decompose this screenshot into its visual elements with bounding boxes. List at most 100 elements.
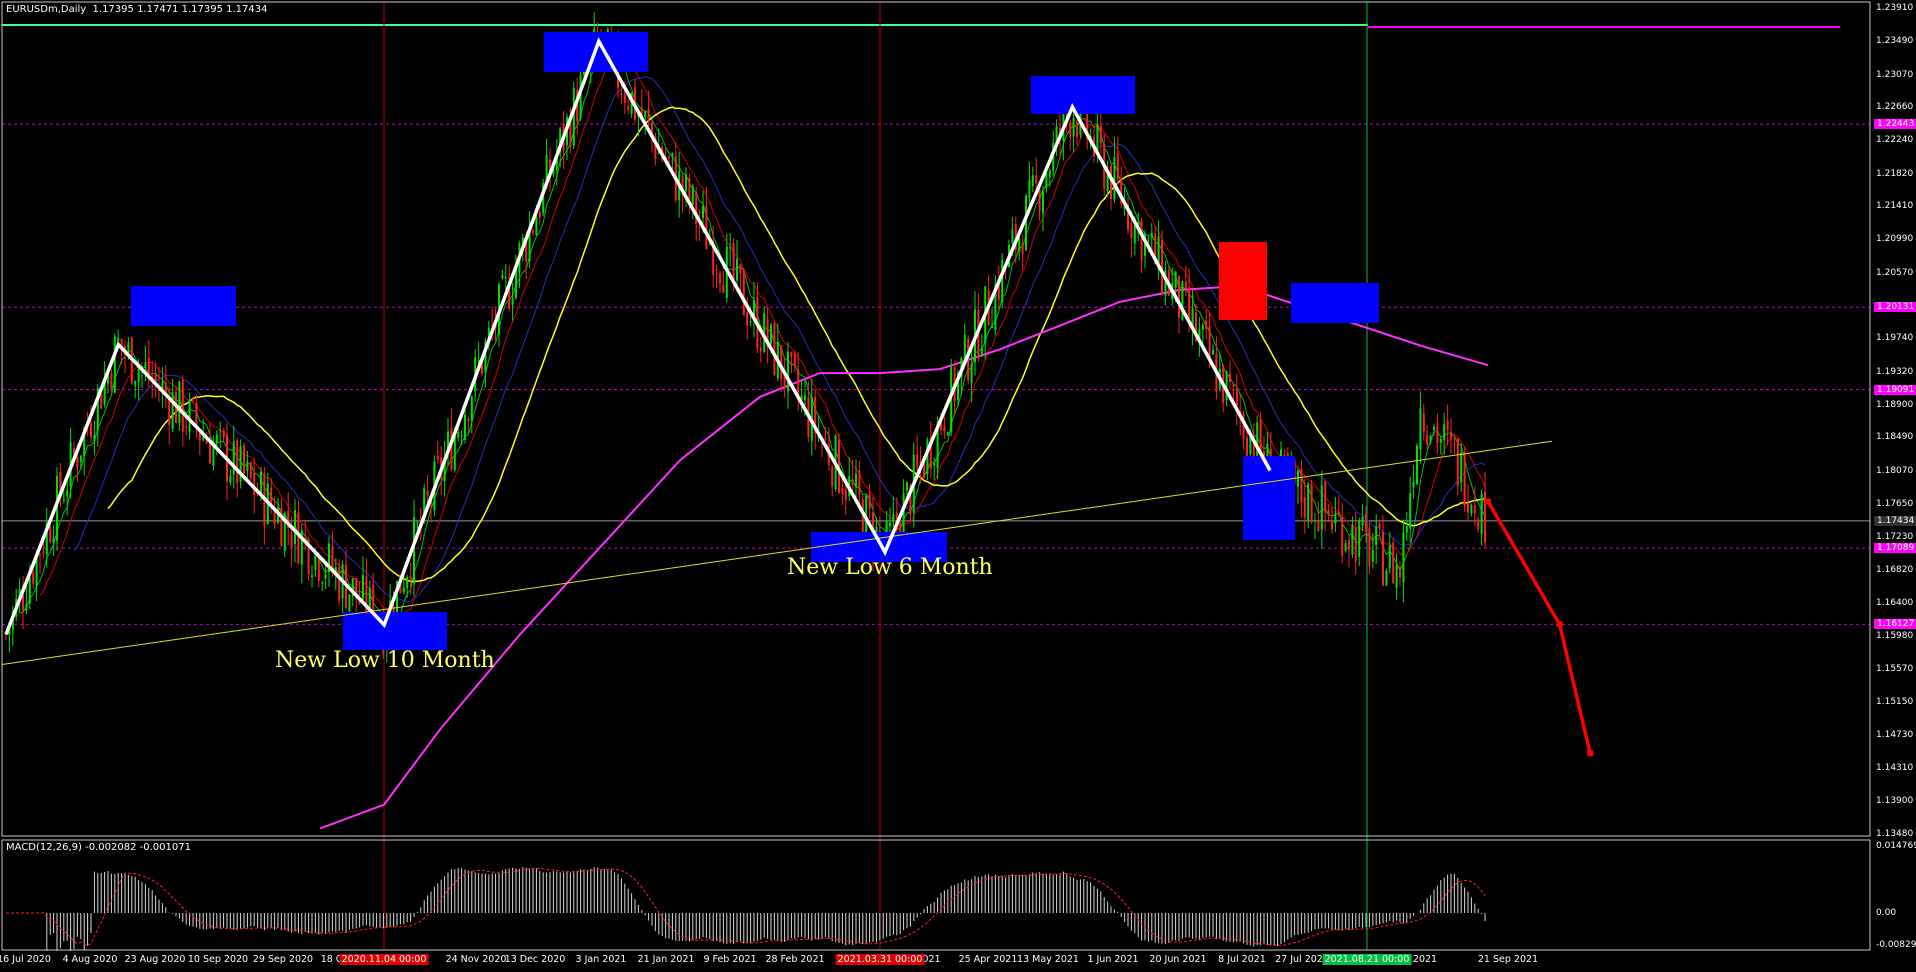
zone-box [1219,242,1267,320]
candle-body [1409,493,1412,529]
candle-body [79,455,82,462]
candle-body [249,462,252,478]
candle-body [117,337,120,342]
price-axis-label: 1.19740 [1876,333,1914,344]
candle-body [1303,497,1306,518]
candles [5,12,1486,663]
candle-body [1178,276,1180,318]
candle-body [1473,505,1476,514]
date-axis-label: 9 Feb 2021 [703,954,757,965]
candle-body [1297,470,1299,487]
candle-body [137,369,140,383]
price-axis-label: 1.17230 [1876,532,1914,542]
candle-body [1327,509,1330,516]
candle-body [39,554,41,556]
candle-body [409,576,412,581]
candle-body [470,396,473,422]
candle-body [1450,432,1452,438]
candle-body [144,363,147,368]
annotation-low-10-month: New Low 10 Month [275,648,495,673]
candle-body [773,323,776,376]
candle-body [722,284,725,293]
candle-body [1018,237,1021,252]
candle-body [290,533,293,548]
candle-body [464,414,466,440]
candle-body [1042,190,1044,214]
candle-body [1453,443,1456,445]
candle-body [1416,445,1418,485]
candle-body [535,217,538,236]
candle-body [1113,156,1116,200]
candle-body [729,247,732,249]
candle-body [348,594,351,611]
candle-body [746,311,749,326]
candle-body [1375,526,1378,546]
candle-body [236,440,239,484]
price-axis-label: 1.17650 [1876,498,1914,509]
candle-body [1463,452,1466,507]
candle-body [1130,224,1133,238]
date-axis-label: 28 Feb 2021 [765,954,825,965]
candle-body [324,574,327,579]
trendline [1,440,1553,666]
candle-body [793,353,796,367]
candle-body [906,482,908,491]
price-axis-label: 1.18900 [1876,399,1914,410]
candle-body [460,435,463,437]
candle-body [1378,523,1381,529]
candle-body [1038,188,1041,211]
candle-body [1412,481,1415,488]
candle-body [892,514,895,523]
candle-body [749,321,752,323]
candle-body [416,522,419,524]
level-lines [2,2,1870,950]
candle-body [668,156,670,159]
candle-body [1337,512,1340,515]
candle-body [1307,483,1310,521]
candle-body [25,604,28,611]
candle-body [219,428,222,430]
price-axis-label: 1.21820 [1876,168,1914,179]
candle-body [824,438,827,441]
candle-body [736,258,738,281]
date-axis-label: 29 Sep 2020 [252,954,314,965]
price-chart[interactable] [0,0,1916,972]
candle-body [185,426,188,428]
candle-body [946,432,949,436]
candle-body [1310,484,1313,523]
candle-body [1341,517,1344,557]
candle-body [134,380,137,387]
candle-body [1001,260,1004,303]
candle-body [715,269,718,271]
macd-signal-line [6,867,1486,946]
candle-body [246,461,249,471]
candle-body [858,470,861,495]
candle-body [1433,426,1435,431]
candle-body [457,431,460,438]
forecast-point [1556,621,1563,628]
candle-body [1358,520,1361,557]
candle-body [1069,122,1072,137]
candle-body [732,243,735,280]
candle-body [1436,423,1439,443]
date-axis-label: 23 Aug 2020 [124,954,186,965]
candle-body [511,298,514,305]
price-tag: 1.20131 [1874,302,1916,313]
date-axis-label: 21 Jan 2021 [637,954,695,965]
price-axis-label: 1.20990 [1876,234,1914,245]
candle-body [719,273,721,284]
candle-body [90,423,92,438]
candle-body [42,551,45,554]
candle-body [1048,170,1051,178]
candle-body [1405,526,1408,533]
candle-body [66,490,69,497]
zone-box [1291,283,1379,323]
macd-axis-label: 0.014769 [1876,841,1916,851]
candle-body [1439,438,1442,443]
candle-body [742,270,745,316]
candle-body [32,572,35,584]
price-axis-label: 1.22660 [1876,102,1914,112]
candle-body [504,277,507,279]
price-axis-label: 1.16400 [1876,597,1914,608]
candle-body [501,275,504,279]
